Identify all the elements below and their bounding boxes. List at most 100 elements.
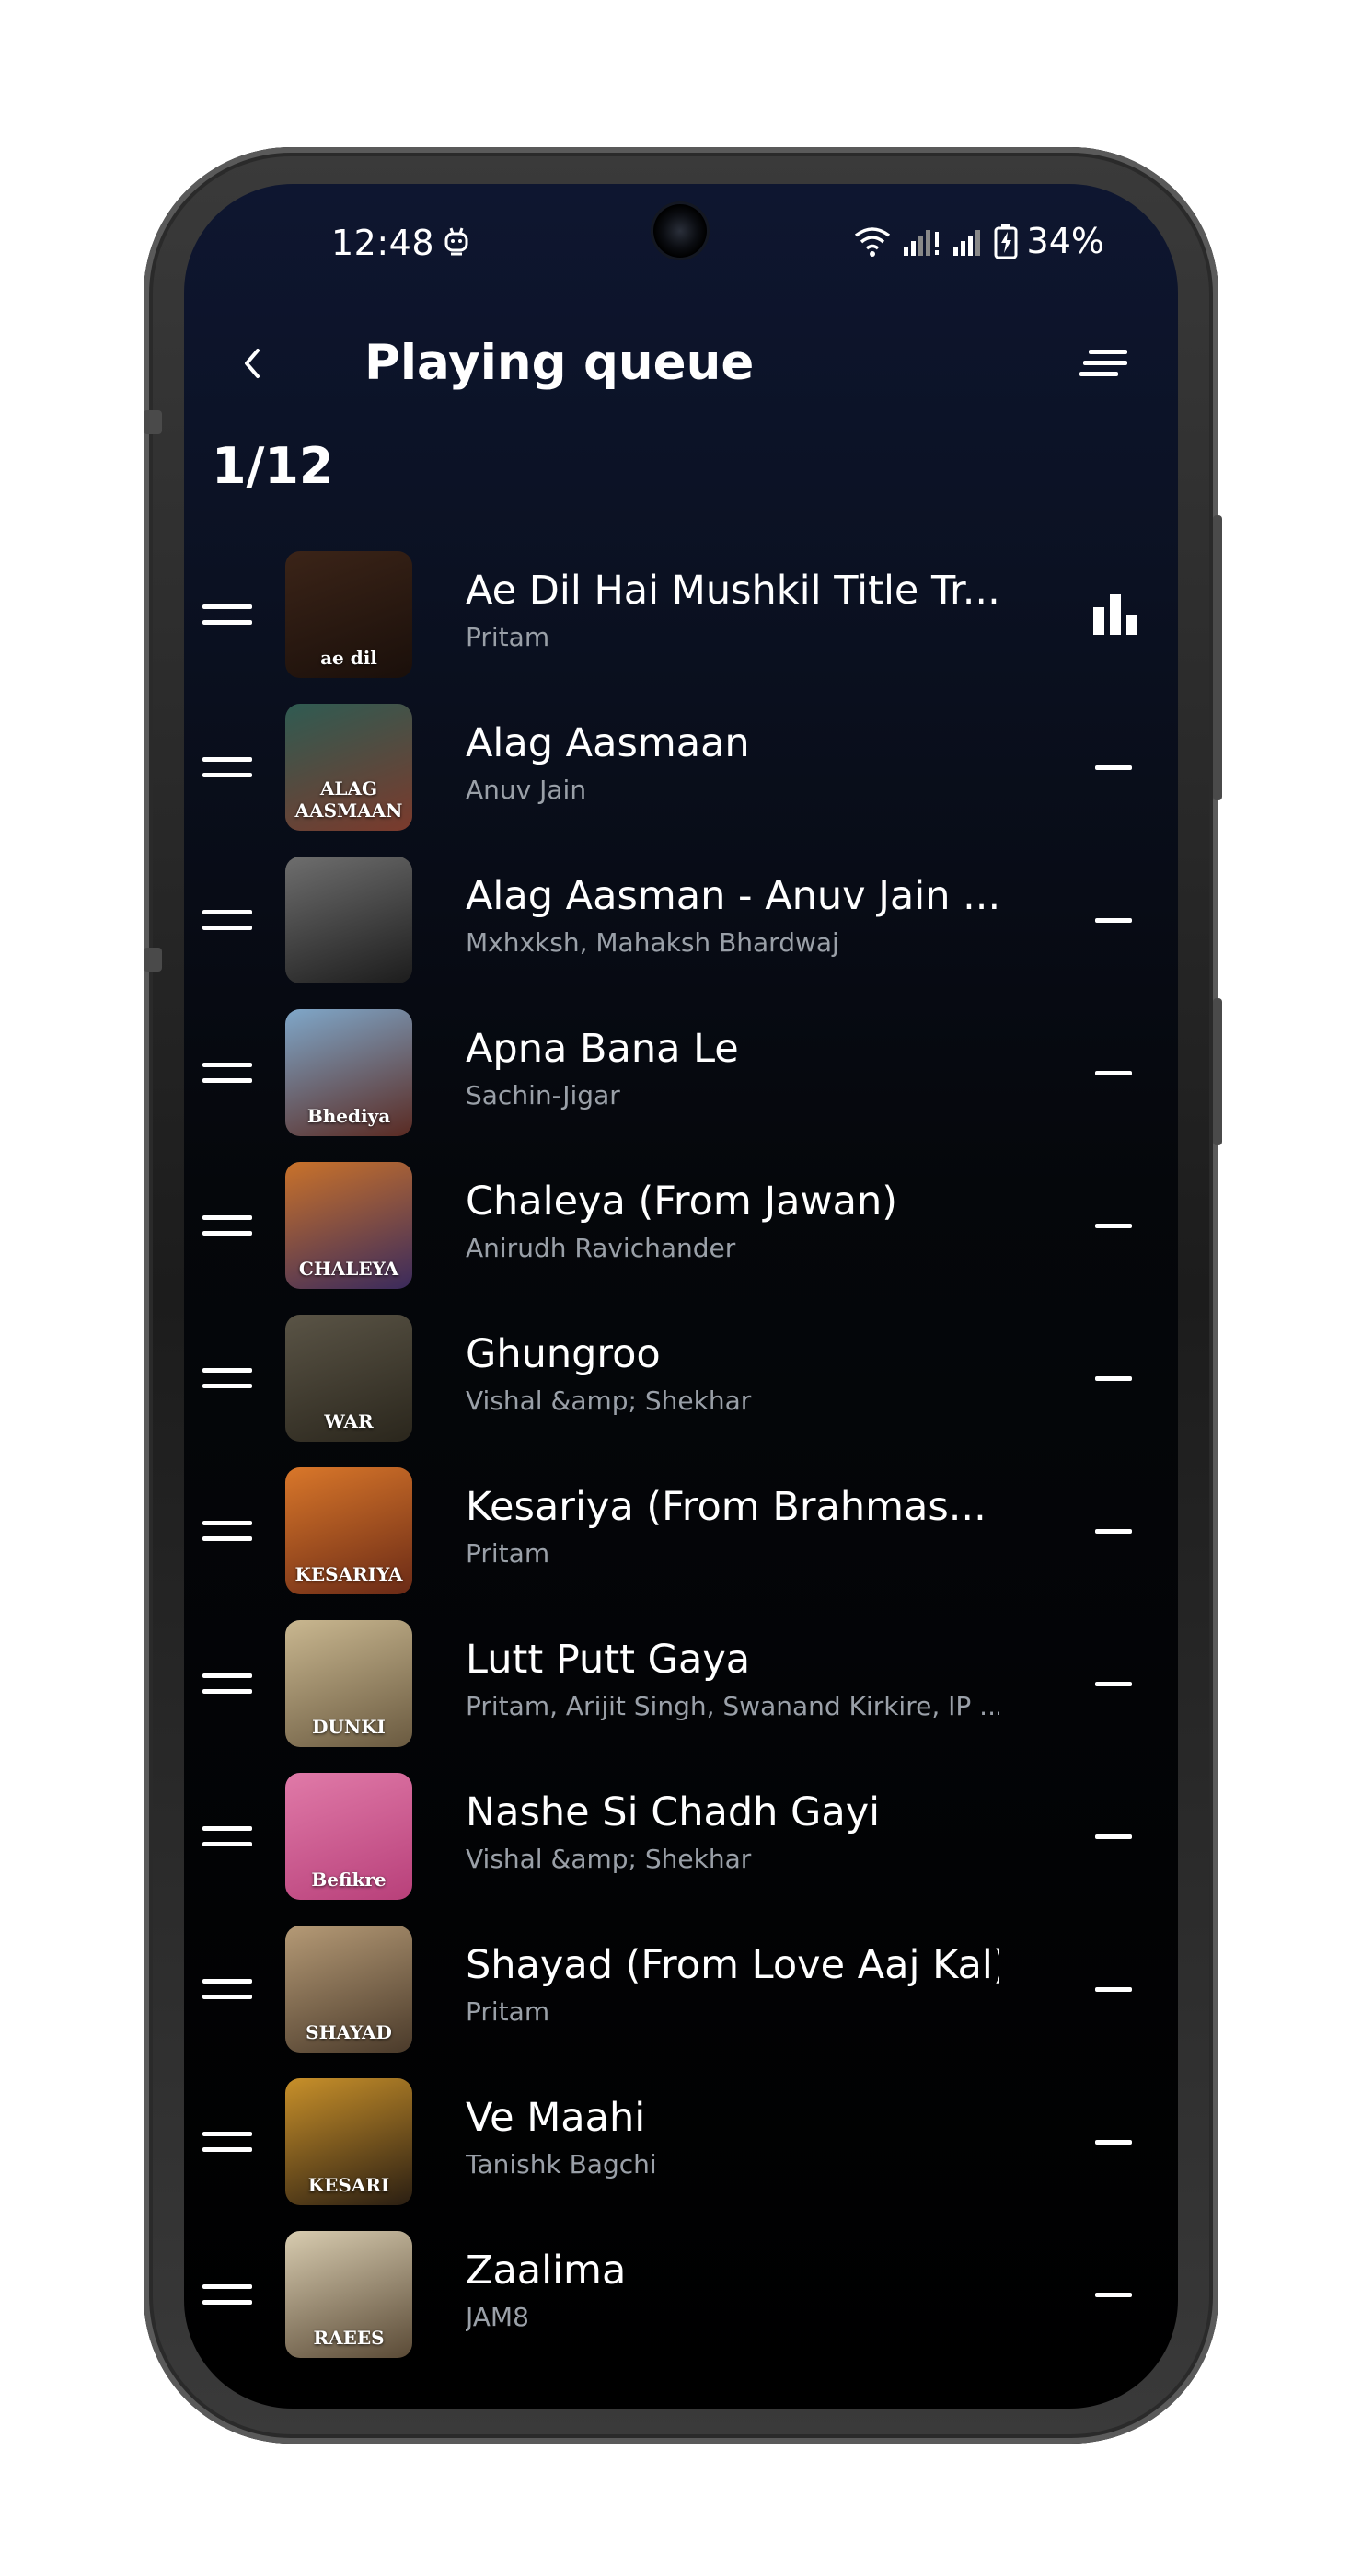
remove-from-queue-button[interactable] <box>1086 740 1141 795</box>
remove-from-queue-button[interactable] <box>1086 1503 1141 1558</box>
remove-from-queue-button[interactable] <box>1086 1809 1141 1864</box>
status-icons: 34% <box>852 221 1104 261</box>
track-title: Apna Bana Le <box>466 1026 739 1072</box>
bottom-rounded-edge <box>676 2399 686 2409</box>
album-cover-text: Befikre <box>311 1869 387 1891</box>
album-cover-text: SHAYAD <box>306 2021 392 2043</box>
album-cover: SHAYAD <box>285 1926 412 2053</box>
track-artist: Vishal &amp; Shekhar <box>466 1844 752 1874</box>
volume-button <box>1213 515 1222 800</box>
status-time: 12:48 <box>331 223 435 263</box>
status-bar: 12:48 34% <box>184 184 1178 290</box>
track-title: Lutt Putt Gaya <box>466 1637 751 1683</box>
android-robot-icon <box>444 227 468 256</box>
minus-icon <box>1095 1986 1132 1992</box>
album-cover-text: CHALEYA <box>298 1258 399 1280</box>
remove-from-queue-button[interactable] <box>1086 2267 1141 2322</box>
track-info: Ghungroo Vishal &amp; Shekhar <box>466 1329 999 1420</box>
chevron-left-icon <box>245 349 260 378</box>
track-info: Alag Aasman - Anuv Jain ... Mxhxksh, Maha… <box>466 871 999 961</box>
drag-handle-icon[interactable] <box>202 1961 261 2017</box>
track-info: Zaalima JAM8 <box>466 2246 999 2336</box>
remove-from-queue-button[interactable] <box>1086 892 1141 948</box>
minus-icon <box>1095 2139 1132 2145</box>
drag-handle-icon[interactable] <box>202 740 261 795</box>
track-title: Ghungroo <box>466 1331 661 1377</box>
minus-icon <box>1095 1375 1132 1381</box>
album-cover: Befikre <box>285 1773 412 1900</box>
queue-item[interactable]: WAR Ghungroo Vishal &amp; Shekhar <box>184 1302 1178 1455</box>
queue-item[interactable]: KESARIYA Kesariya (From Brahmas... Pritam <box>184 1455 1178 1607</box>
queue-item[interactable]: DUNKI Lutt Putt Gaya Pritam, Arijit Singh,… <box>184 1607 1178 1760</box>
signal-icon <box>903 230 939 256</box>
drag-handle-icon[interactable] <box>202 587 261 642</box>
minus-icon <box>1095 917 1132 923</box>
queue-item[interactable]: ae dil Ae Dil Hai Mushkil Title Tr... Prit… <box>184 538 1178 691</box>
track-artist: Pritam, Arijit Singh, Swanand Kirkire, I… <box>466 1691 999 1721</box>
track-title: Alag Aasman - Anuv Jain ... <box>466 873 999 919</box>
queue-item[interactable]: KESARI Ve Maahi Tanishk Bagchi <box>184 2065 1178 2218</box>
track-info: Alag Aasmaan Anuv Jain <box>466 719 999 809</box>
drag-handle-icon[interactable] <box>202 1198 261 1253</box>
track-info: Ae Dil Hai Mushkil Title Tr... Pritam <box>466 566 999 656</box>
side-notch-upper <box>144 410 162 434</box>
sort-button[interactable] <box>1068 331 1141 396</box>
battery-percentage: 34% <box>1026 221 1104 261</box>
track-artist: Pritam <box>466 1538 550 1569</box>
track-artist: Anirudh Ravichander <box>466 1233 736 1263</box>
remove-from-queue-button[interactable] <box>1086 1656 1141 1711</box>
album-cover: ae dil <box>285 551 412 678</box>
album-cover <box>285 857 412 983</box>
minus-icon <box>1095 1528 1132 1534</box>
drag-handle-icon[interactable] <box>202 1809 261 1864</box>
drag-handle-icon[interactable] <box>202 2114 261 2169</box>
track-title: Zaalima <box>466 2248 627 2294</box>
back-button[interactable] <box>221 331 285 396</box>
queue-item[interactable]: SHAYAD Shayad (From Love Aaj Kal) Pritam <box>184 1913 1178 2065</box>
signal-icon <box>952 230 980 256</box>
track-artist: Pritam <box>466 1996 550 2027</box>
album-cover: DUNKI <box>285 1620 412 1747</box>
track-title: Chaleya (From Jawan) <box>466 1179 898 1225</box>
album-cover: Bhediya <box>285 1009 412 1136</box>
app-screen: 12:48 34% Playing queue 1/12 ae dil Ae D… <box>184 184 1178 2409</box>
remove-from-queue-button[interactable] <box>1086 1351 1141 1406</box>
minus-icon <box>1095 1834 1132 1839</box>
track-artist: Mxhxksh, Mahaksh Bhardwaj <box>466 927 839 958</box>
queue-item[interactable]: Befikre Nashe Si Chadh Gayi Vishal &amp; S… <box>184 1760 1178 1913</box>
album-cover-text: KESARIYA <box>294 1563 403 1585</box>
drag-handle-icon[interactable] <box>202 1503 261 1558</box>
album-cover-text: WAR <box>324 1410 374 1432</box>
queue-item[interactable]: Alag Aasman - Anuv Jain ... Mxhxksh, Maha… <box>184 844 1178 996</box>
queue-item[interactable]: CHALEYA Chaleya (From Jawan) Anirudh Ravic… <box>184 1149 1178 1302</box>
album-cover: ALAG AASMAAN <box>285 704 412 831</box>
minus-icon <box>1095 2292 1132 2297</box>
drag-handle-icon[interactable] <box>202 1656 261 1711</box>
track-info: Shayad (From Love Aaj Kal) Pritam <box>466 1940 999 2030</box>
track-artist: Sachin-Jigar <box>466 1080 620 1110</box>
page-title: Playing queue <box>364 335 755 391</box>
remove-from-queue-button[interactable] <box>1086 1961 1141 2017</box>
now-playing-equalizer-icon <box>1093 594 1137 635</box>
album-cover-text: KESARI <box>307 2174 390 2196</box>
drag-handle-icon[interactable] <box>202 1045 261 1100</box>
remove-from-queue-button[interactable] <box>1086 1045 1141 1100</box>
album-cover-text: DUNKI <box>312 1716 386 1738</box>
drag-handle-icon[interactable] <box>202 1351 261 1406</box>
remove-from-queue-button[interactable] <box>1086 2114 1141 2169</box>
track-info: Apna Bana Le Sachin-Jigar <box>466 1024 999 1114</box>
drag-handle-icon[interactable] <box>202 2267 261 2322</box>
album-cover: KESARI <box>285 2078 412 2205</box>
drag-handle-icon[interactable] <box>202 892 261 948</box>
track-artist: Vishal &amp; Shekhar <box>466 1386 752 1416</box>
queue-item[interactable]: ALAG AASMAAN Alag Aasmaan Anuv Jain <box>184 691 1178 844</box>
track-title: Nashe Si Chadh Gayi <box>466 1789 881 1835</box>
track-info: Ve Maahi Tanishk Bagchi <box>466 2093 999 2183</box>
album-cover: RAEES <box>285 2231 412 2358</box>
queue-item[interactable]: RAEES Zaalima JAM8 <box>184 2218 1178 2371</box>
remove-from-queue-button[interactable] <box>1086 1198 1141 1253</box>
minus-icon <box>1095 1070 1132 1075</box>
track-artist: Pritam <box>466 622 550 652</box>
track-title: Ae Dil Hai Mushkil Title Tr... <box>466 568 999 614</box>
queue-item[interactable]: Bhediya Apna Bana Le Sachin-Jigar <box>184 996 1178 1149</box>
